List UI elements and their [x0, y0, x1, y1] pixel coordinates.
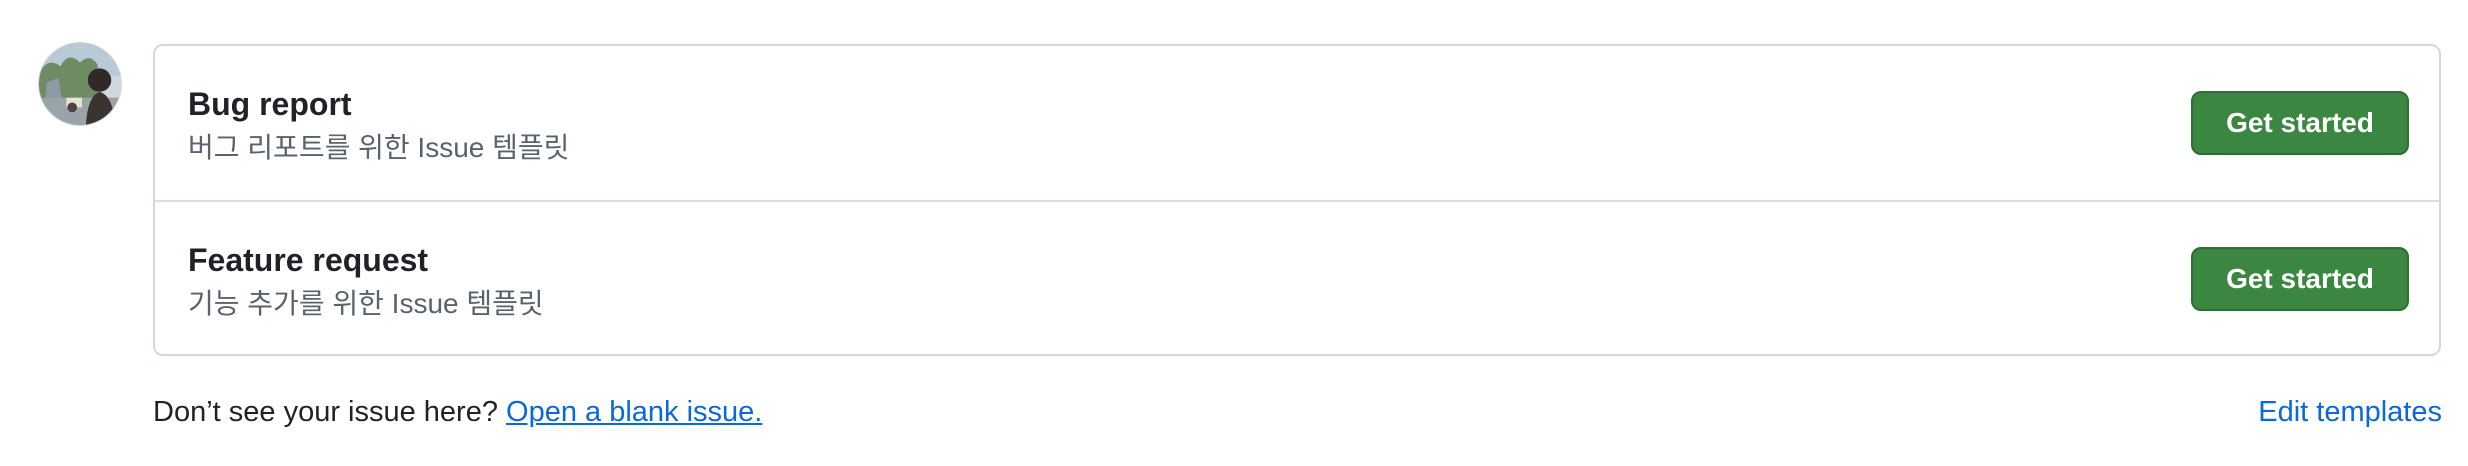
user-avatar[interactable] — [38, 42, 122, 126]
get-started-button-bug-report[interactable]: Get started — [2191, 91, 2409, 155]
template-title: Bug report — [188, 86, 352, 122]
footer-prompt: Don’t see your issue here? Open a blank … — [153, 392, 762, 432]
avatar-photo-icon — [39, 43, 121, 125]
issue-template-chooser: Bug report 버그 리포트를 위한 Issue 템플릿 Get star… — [0, 0, 2468, 466]
template-row-feature-request: Feature request 기능 추가를 위한 Issue 템플릿 Get … — [155, 202, 2439, 356]
template-title: Feature request — [188, 242, 429, 278]
edit-templates-link[interactable]: Edit templates — [2258, 392, 2442, 432]
open-blank-issue-link[interactable]: Open a blank issue. — [506, 396, 762, 428]
get-started-button-feature-request[interactable]: Get started — [2191, 247, 2409, 311]
template-description: 기능 추가를 위한 Issue 템플릿 — [188, 288, 544, 319]
template-description: 버그 리포트를 위한 Issue 템플릿 — [188, 132, 570, 163]
template-row-bug-report: Bug report 버그 리포트를 위한 Issue 템플릿 Get star… — [155, 46, 2439, 202]
footer-prompt-text: Don’t see your issue here? — [153, 396, 507, 428]
template-list: Bug report 버그 리포트를 위한 Issue 템플릿 Get star… — [153, 44, 2441, 356]
